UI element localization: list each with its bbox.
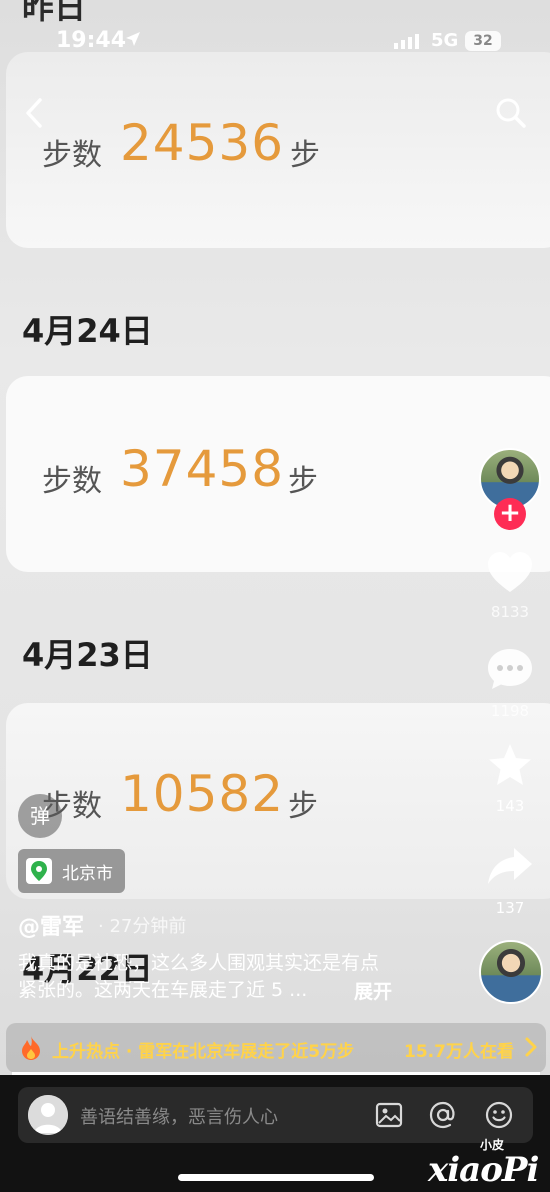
location-tag[interactable]: 北京市 [18, 849, 125, 893]
step-unit: 步 [288, 464, 318, 499]
step-value: 37458 [120, 440, 285, 498]
battery-icon: 32 [465, 31, 501, 51]
network-type: 5G [431, 30, 459, 51]
step-unit: 步 [290, 138, 320, 173]
at-icon[interactable] [428, 1100, 458, 1130]
caption-line: 我真的是社恐，这么多人围观其实还是有点 [18, 952, 380, 974]
step-card: 步数 24536 步 [6, 52, 550, 248]
share-count: 137 [495, 899, 525, 917]
danmu-toggle-button[interactable]: 弹 [18, 794, 62, 838]
step-label: 步数 [42, 464, 102, 499]
step-value: 24536 [120, 114, 285, 172]
star-icon[interactable] [486, 742, 534, 788]
location-arrow-icon [124, 30, 142, 53]
map-pin-icon [26, 858, 52, 884]
share-icon[interactable] [486, 844, 534, 890]
chevron-right-icon [524, 1036, 538, 1063]
post-time: · 27分钟前 [98, 916, 187, 937]
step-value: 10582 [120, 765, 285, 823]
site-watermark: 小皮 xiaoPi [424, 1136, 550, 1192]
watermark-text: xiaoPi [428, 1150, 539, 1190]
music-disc-avatar[interactable] [479, 940, 543, 1004]
comment-icon[interactable] [486, 646, 534, 692]
trending-text: 上升热点 · 雷军在北京车展走了近5万步 [52, 1042, 355, 1062]
image-icon[interactable] [374, 1100, 404, 1130]
signal-icon [394, 34, 419, 49]
comment-input-placeholder[interactable]: 善语结善缘，恶言伤人心 [80, 1103, 278, 1129]
step-unit: 步 [288, 789, 318, 824]
step-card: 步数 37458 步 [6, 376, 550, 572]
favorite-count: 143 [495, 797, 525, 815]
date-heading-prev: 昨日 [22, 0, 87, 26]
status-bar: 19:44 5G 32 [0, 28, 550, 56]
comment-input-bar[interactable]: 善语结善缘，恶言伤人心 [18, 1087, 533, 1143]
flame-icon [20, 1035, 42, 1061]
expand-caption-button[interactable]: 展开 [354, 977, 392, 1004]
heart-icon[interactable] [486, 550, 534, 596]
trending-bar[interactable]: 上升热点 · 雷军在北京车展走了近5万步 15.7万人在看 [6, 1023, 546, 1073]
status-time: 19:44 [56, 28, 127, 53]
step-label: 步数 [42, 138, 102, 173]
search-icon[interactable] [494, 96, 528, 130]
location-label: 北京市 [62, 863, 113, 884]
author-name[interactable]: @雷军 [18, 909, 84, 941]
like-count: 8133 [490, 603, 530, 621]
viewer-count: 15.7万人在看 [404, 1042, 514, 1062]
date-heading: 4月24日 [22, 312, 153, 350]
emoji-icon[interactable] [484, 1100, 514, 1130]
user-avatar-icon [28, 1095, 68, 1135]
home-indicator[interactable] [178, 1174, 374, 1181]
comment-count: 1198 [490, 702, 530, 720]
follow-button[interactable]: + [494, 498, 526, 530]
date-heading: 4月23日 [22, 636, 153, 674]
back-icon[interactable] [20, 96, 50, 130]
